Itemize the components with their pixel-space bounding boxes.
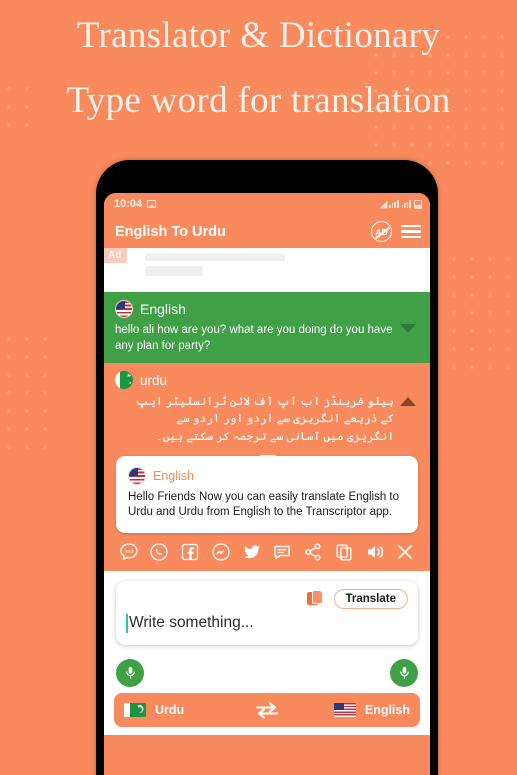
source-text: hello ali how are you? what are you doin… [115,324,393,352]
share-action-row: imo [104,533,430,571]
source-block-body: English hello ali how are you? what are … [115,300,394,354]
promo-heading-line-1: Translator & Dictionary [76,15,441,56]
input-card-toolbar: Translate [126,588,408,609]
battery-icon [414,199,422,209]
target-language-selector[interactable]: English [296,702,410,717]
translate-button[interactable]: Translate [333,588,408,609]
sms-icon[interactable] [272,542,293,563]
result-card-wrapper: English Hello Friends Now you can easily… [104,454,430,533]
pk-flag-icon: ★ [124,702,146,717]
status-bar-right: ◢ [380,199,422,210]
search-input[interactable]: Write something... [129,614,254,632]
status-bar-left: 10:04 [114,198,157,210]
source-language-block[interactable]: English hello ali how are you? what are … [104,292,430,364]
target-language-block[interactable]: ★ urdu ہیلو فرینڈز اب آپ آف لائن ٹرانسلی… [104,363,430,456]
app-bar: English To Urdu AD [104,215,430,248]
text-cursor [126,613,128,633]
swap-arrows-icon[interactable] [246,700,287,720]
twitter-icon[interactable] [241,542,262,563]
imo-icon[interactable]: imo [118,542,139,563]
source-language-label: Urdu [155,702,185,717]
remove-ads-label: AD [375,226,388,237]
chevron-up-icon[interactable] [400,397,416,407]
us-flag-icon [128,466,146,485]
background-dot-pattern [427,250,517,380]
chevron-down-icon[interactable] [400,324,416,333]
ad-placeholder-line [145,254,286,261]
promo-screenshot: Translator & Dictionary Type word for tr… [0,0,517,775]
copy-icon[interactable] [333,542,354,563]
speaker-icon[interactable] [364,542,385,563]
mic-icon-left[interactable] [116,658,144,687]
bottom-bar: ★ Urdu English [104,654,430,735]
mic-button-row [114,655,420,693]
input-card[interactable]: Translate Write something... [116,580,418,645]
language-selector-bar: ★ Urdu English [114,692,420,727]
target-language-label: English [364,702,410,717]
background-dot-pattern [0,330,60,450]
phone-screen: 10:04 ◢ English To Urdu AD Ad English he… [104,193,430,775]
ad-content-placeholder [127,248,430,292]
us-flag-icon [115,300,133,318]
input-area: Translate Write something... [104,570,430,655]
svg-text:imo: imo [124,549,133,555]
us-flag-icon [333,702,356,717]
app-bar-actions: AD [371,221,421,242]
signal-icon [389,200,399,208]
promo-heading-line-2: Type word for translation [66,79,451,121]
ad-label: Ad [104,248,128,263]
page-title: English To Urdu [115,223,226,240]
mic-icon-right[interactable] [390,658,418,687]
result-language-name: English [153,468,194,483]
wifi-icon: ◢ [380,198,387,209]
remove-ads-icon[interactable]: AD [371,221,392,242]
target-language-name: urdu [140,372,168,388]
phone-frame: 10:04 ◢ English To Urdu AD Ad English he… [96,160,438,775]
hamburger-icon[interactable] [401,224,421,239]
pk-flag-icon: ★ [115,371,133,390]
text-input-row[interactable]: Write something... [126,613,408,633]
signal-icon [401,200,411,208]
promo-heading: Translator & Dictionary Type word for tr… [0,0,517,121]
result-card-notch [260,454,276,464]
target-block-body: ★ urdu ہیلو فرینڈز اب آپ آف لائن ٹرانسلی… [115,371,394,446]
ad-banner[interactable]: Ad [104,248,430,292]
image-icon [147,200,157,208]
close-icon[interactable] [395,542,416,563]
result-card[interactable]: English Hello Friends Now you can easily… [116,455,418,533]
status-bar-time: 10:04 [114,198,143,210]
whatsapp-icon[interactable] [149,542,170,563]
share-icon[interactable] [303,542,324,563]
source-language-header: English [115,300,394,318]
source-language-name: English [140,301,186,317]
result-language-header: English [128,466,406,485]
messenger-icon[interactable] [210,542,231,563]
source-language-selector[interactable]: ★ Urdu [124,702,238,717]
paste-icon[interactable] [306,589,324,608]
target-text: ہیلو فرینڈز اب آپ آف لائن ٹرانسلیٹر ایپ … [135,396,394,443]
facebook-icon[interactable] [180,542,201,563]
target-language-header: ★ urdu [115,371,394,390]
result-text: Hello Friends Now you can easily transla… [128,490,400,519]
status-bar: 10:04 ◢ [104,193,430,215]
ad-placeholder-line [145,266,204,276]
